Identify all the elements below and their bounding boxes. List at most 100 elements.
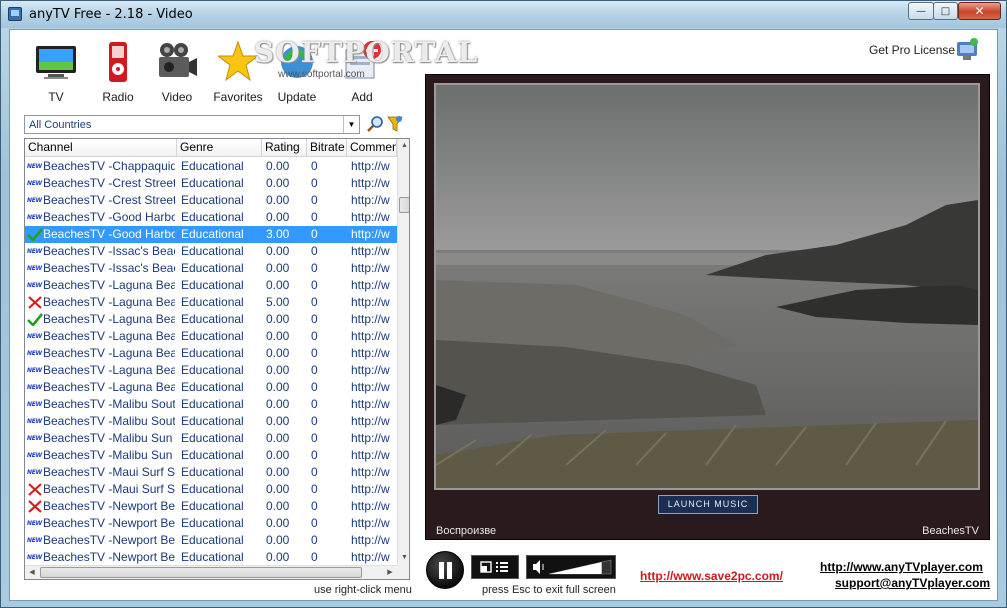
rating-cell: 3.00 — [266, 227, 290, 241]
rating-cell: 0.00 — [266, 516, 290, 530]
chevron-down-icon[interactable]: ▼ — [343, 116, 359, 133]
table-row[interactable]: NEW BeachesTV -Laguna Bea... Educational 0.… — [25, 328, 397, 345]
table-row[interactable]: BeachesTV -Laguna Bea... Educational 5.00 0… — [25, 294, 397, 311]
table-row[interactable]: NEW BeachesTV -Malibu Sout... Educational 0… — [25, 413, 397, 430]
genre-cell: Educational — [181, 380, 244, 394]
bitrate-cell: 0 — [311, 499, 318, 513]
support-email-link[interactable]: support@anyTVplayer.com — [835, 576, 990, 590]
table-row[interactable]: BeachesTV -Laguna Bea... Educational 0.00 0… — [25, 311, 397, 328]
channel-name-cell: BeachesTV -Malibu Sout... — [43, 397, 175, 411]
rating-cell: 0.00 — [266, 482, 290, 496]
window-title: anyTV Free - 2.18 - Video — [29, 7, 193, 22]
comment-cell: http://w — [351, 482, 390, 496]
filter-icon[interactable] — [387, 115, 403, 133]
table-row[interactable]: NEW BeachesTV -Issac's Beac... Educational… — [25, 243, 397, 260]
table-row[interactable]: NEW BeachesTV -Issac's Beac... Educational… — [25, 260, 397, 277]
table-row[interactable]: BeachesTV -Newport Be... Educational 0.00 0… — [25, 498, 397, 515]
maximize-button[interactable]: □ — [933, 2, 958, 20]
table-row[interactable]: NEW BeachesTV -Newport Be... Educational 0.… — [25, 549, 397, 566]
pro-license-icon[interactable] — [954, 37, 980, 63]
table-row[interactable]: NEW BeachesTV -Newport Be... Educational 0.… — [25, 532, 397, 549]
rating-cell: 0.00 — [266, 244, 290, 258]
table-row[interactable]: NEW BeachesTV -Laguna Bea... Educational 0.… — [25, 345, 397, 362]
title-bar[interactable]: anyTV Free - 2.18 - Video — □ ✕ — [1, 1, 1006, 28]
table-row[interactable]: NEW BeachesTV -Crest Street... Educational… — [25, 175, 397, 192]
comment-cell: http://w — [351, 431, 390, 445]
table-row[interactable]: BeachesTV -Maui Surf S... Educational 0.00… — [25, 481, 397, 498]
new-badge-icon: NEW — [27, 282, 42, 289]
volume-slider[interactable] — [526, 555, 616, 579]
genre-cell: Educational — [181, 193, 244, 207]
toolbar-radio-label: Radio — [102, 90, 134, 104]
vertical-scroll-thumb[interactable] — [399, 197, 409, 213]
genre-cell: Educational — [181, 465, 244, 479]
scroll-left-icon[interactable]: ◀ — [25, 566, 39, 579]
table-row[interactable]: NEW BeachesTV -Chappaquid... Educational 0.… — [25, 158, 397, 175]
bitrate-cell: 0 — [311, 533, 318, 547]
table-row[interactable]: NEW BeachesTV -Crest Street... Educational… — [25, 192, 397, 209]
table-row[interactable]: NEW BeachesTV -Good Harbo... Educational 0.… — [25, 209, 397, 226]
rating-cell: 5.00 — [266, 295, 290, 309]
table-row[interactable]: NEW BeachesTV -Newport Be... Educational 0.… — [25, 515, 397, 532]
launch-music-button[interactable]: LAUNCH MUSIC — [658, 495, 758, 514]
rating-cell: 0.00 — [266, 210, 290, 224]
bitrate-cell: 0 — [311, 397, 318, 411]
close-button[interactable]: ✕ — [958, 2, 1001, 20]
table-row[interactable]: BeachesTV -Good Harbo... Educational 3.00 0… — [25, 226, 397, 243]
channel-name-cell: BeachesTV -Crest Street... — [43, 176, 175, 190]
save2pc-link[interactable]: http://www.save2pc.com/ — [640, 569, 783, 583]
channel-name-cell: BeachesTV -Laguna Bea... — [43, 295, 175, 309]
channel-name-cell: BeachesTV -Laguna Bea... — [43, 346, 175, 360]
column-header-comment[interactable]: Comment — [347, 139, 397, 157]
toolbar-video-button[interactable]: Video — [149, 38, 205, 106]
view-mode-icon — [480, 561, 508, 573]
column-header-rating[interactable]: Rating — [262, 139, 307, 157]
country-dropdown-value: All Countries — [29, 119, 92, 131]
pause-button[interactable] — [426, 551, 464, 589]
bitrate-cell: 0 — [311, 329, 318, 343]
tv-icon — [36, 46, 76, 79]
column-header-channel[interactable]: Channel — [25, 139, 177, 157]
genre-cell: Educational — [181, 397, 244, 411]
column-header-bitrate[interactable]: Bitrate — [307, 139, 347, 157]
minimize-button[interactable]: — — [908, 2, 934, 20]
comment-cell: http://w — [351, 516, 390, 530]
view-mode-button[interactable] — [471, 555, 519, 579]
rating-cell: 0.00 — [266, 261, 290, 275]
toolbar-radio-button[interactable]: Radio — [90, 38, 146, 106]
scroll-right-icon[interactable]: ▶ — [383, 566, 397, 579]
app-icon[interactable] — [8, 7, 22, 21]
new-badge-icon: NEW — [27, 554, 42, 561]
horizontal-scroll-thumb[interactable] — [40, 567, 362, 578]
table-row[interactable]: NEW BeachesTV -Laguna Bea... Educational 0.… — [25, 277, 397, 294]
vertical-scrollbar[interactable]: ▲ ▼ — [397, 139, 409, 565]
right-click-hint: use right-click menu — [314, 584, 412, 596]
bitrate-cell: 0 — [311, 482, 318, 496]
search-icon[interactable] — [366, 115, 384, 133]
table-row[interactable]: NEW BeachesTV -Malibu Sun ... Educational 0… — [25, 447, 397, 464]
comment-cell: http://w — [351, 550, 390, 564]
channel-table[interactable]: Channel Genre Rating Bitrate Comment NEW… — [24, 138, 410, 580]
table-row[interactable]: NEW BeachesTV -Maui Surf S... Educational 0… — [25, 464, 397, 481]
comment-cell: http://w — [351, 346, 390, 360]
comment-cell: http://w — [351, 159, 390, 173]
anytv-website-link[interactable]: http://www.anyTVplayer.com — [820, 560, 983, 574]
get-pro-license-link[interactable]: Get Pro License — [869, 43, 955, 57]
failed-cross-icon — [27, 296, 43, 309]
channel-name-cell: BeachesTV -Maui Surf S... — [43, 482, 175, 496]
toolbar-tv-button[interactable]: TV — [28, 38, 84, 106]
channel-name-cell: BeachesTV -Malibu Sun ... — [43, 431, 175, 445]
table-row[interactable]: NEW BeachesTV -Laguna Bea... Educational 0.… — [25, 362, 397, 379]
table-row[interactable]: NEW BeachesTV -Laguna Bea... Educational 0.… — [25, 379, 397, 396]
table-row[interactable]: NEW BeachesTV -Malibu Sun ... Educational 0… — [25, 430, 397, 447]
scroll-up-icon[interactable]: ▲ — [398, 139, 409, 153]
video-screen[interactable] — [434, 83, 980, 490]
table-row[interactable]: NEW BeachesTV -Malibu Sout... Educational 0… — [25, 396, 397, 413]
bitrate-cell: 0 — [311, 550, 318, 564]
country-dropdown[interactable]: All Countries ▼ — [24, 115, 360, 134]
channel-name-cell: BeachesTV -Malibu Sout... — [43, 414, 175, 428]
genre-cell: Educational — [181, 448, 244, 462]
column-header-genre[interactable]: Genre — [177, 139, 262, 157]
horizontal-scrollbar[interactable]: ◀ ▶ — [25, 565, 397, 579]
scroll-down-icon[interactable]: ▼ — [398, 551, 409, 565]
